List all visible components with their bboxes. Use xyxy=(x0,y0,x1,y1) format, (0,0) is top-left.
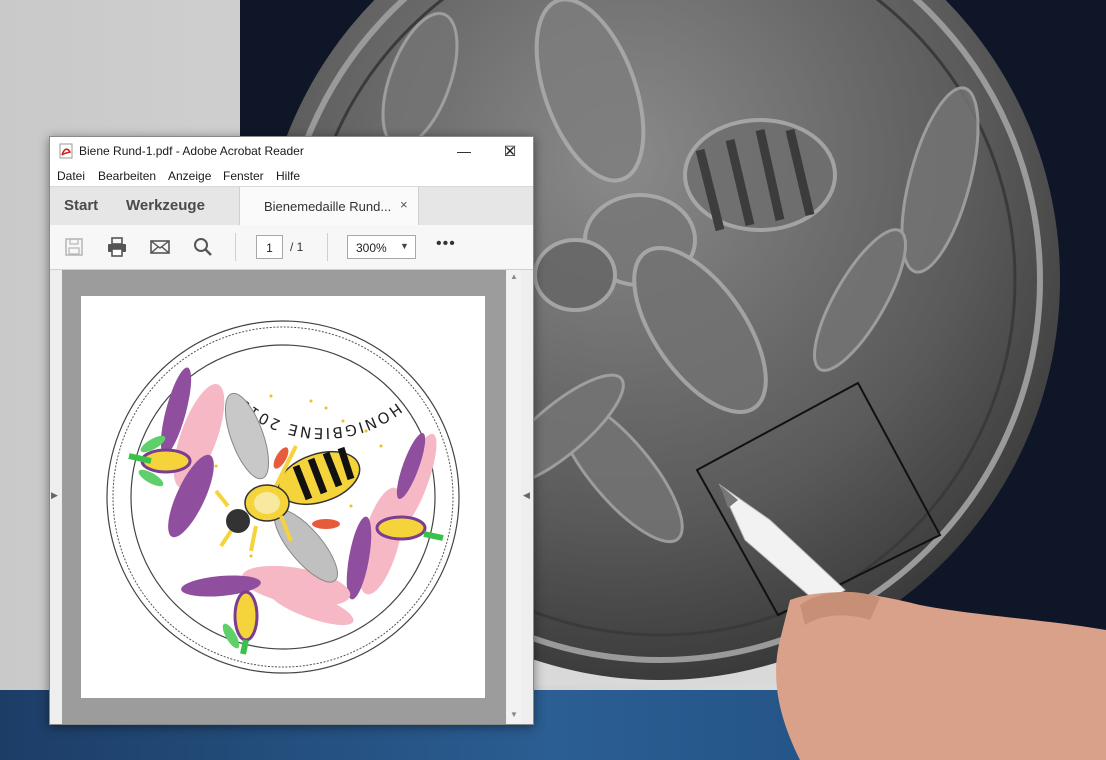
scroll-down-icon[interactable]: ▼ xyxy=(507,710,521,719)
more-tools-button[interactable]: ••• xyxy=(436,235,456,253)
scroll-up-icon[interactable]: ▲ xyxy=(507,272,521,281)
tab-close-icon[interactable]: × xyxy=(400,197,408,212)
menu-anzeige[interactable]: Anzeige xyxy=(168,169,211,183)
minimize-button[interactable]: — xyxy=(441,137,487,165)
menu-bearbeiten[interactable]: Bearbeiten xyxy=(98,169,156,183)
toolbar: 1 / 1 300% ▼ ••• xyxy=(50,225,533,270)
vertical-scrollbar[interactable]: ▲ ▼ xyxy=(507,270,521,724)
page-number-input[interactable]: 1 xyxy=(256,235,283,259)
page-total: / 1 xyxy=(290,240,304,254)
menu-bar: Datei Bearbeiten Anzeige Fenster Hilfe xyxy=(50,165,533,186)
pdf-page[interactable]: HONIGBIENE 2019 xyxy=(81,296,485,698)
save-icon[interactable] xyxy=(63,236,85,258)
title-bar[interactable]: Biene Rund-1.pdf - Adobe Acrobat Reader … xyxy=(50,137,533,165)
flower-left xyxy=(128,367,225,538)
acrobat-window: Biene Rund-1.pdf - Adobe Acrobat Reader … xyxy=(49,136,534,725)
bee xyxy=(214,392,361,583)
search-icon[interactable] xyxy=(192,236,214,258)
document-tab-label: Bienemedaille Rund... xyxy=(264,199,392,214)
close-button[interactable]: ✕ xyxy=(487,137,533,165)
chevron-down-icon: ▼ xyxy=(400,241,409,251)
email-icon[interactable] xyxy=(149,236,171,258)
acrobat-pdf-icon xyxy=(59,143,73,159)
print-icon[interactable] xyxy=(106,236,128,258)
menu-hilfe[interactable]: Hilfe xyxy=(276,169,300,183)
tab-werkzeuge[interactable]: Werkzeuge xyxy=(126,197,205,214)
zoom-dropdown[interactable]: 300% ▼ xyxy=(347,235,416,259)
zoom-value: 300% xyxy=(356,241,387,255)
tab-bar: Start Werkzeuge Bienemedaille Rund... × xyxy=(50,186,533,226)
flower-right xyxy=(346,432,444,600)
medal-design: HONIGBIENE 2019 xyxy=(106,320,460,674)
document-tab[interactable]: Bienemedaille Rund... × xyxy=(239,187,419,225)
toolbar-separator xyxy=(327,233,328,261)
menu-datei[interactable]: Datei xyxy=(57,169,85,183)
window-title: Biene Rund-1.pdf - Adobe Acrobat Reader xyxy=(79,144,304,158)
toolbar-separator xyxy=(235,233,236,261)
document-viewer: ▶ HONIGBIENE 2019 xyxy=(50,270,533,724)
menu-fenster[interactable]: Fenster xyxy=(223,169,264,183)
minimize-icon: — xyxy=(457,143,471,159)
close-icon: ✕ xyxy=(504,143,516,159)
right-pane-toggle-icon[interactable]: ◀ xyxy=(523,490,530,501)
tab-start[interactable]: Start xyxy=(64,197,98,214)
document-area[interactable]: HONIGBIENE 2019 xyxy=(62,270,506,724)
left-pane-toggle-icon[interactable]: ▶ xyxy=(51,490,58,501)
